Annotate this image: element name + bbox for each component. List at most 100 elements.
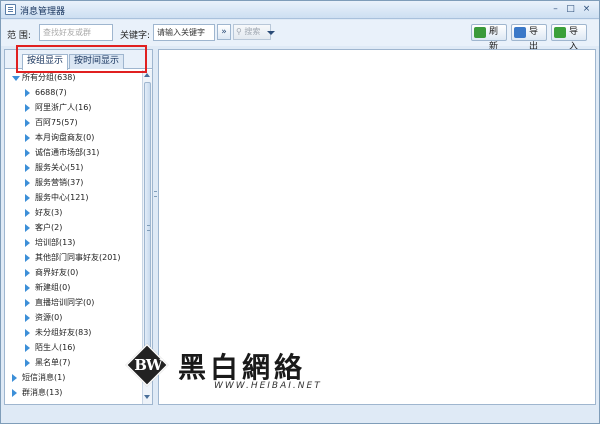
tree-item-group[interactable]: 新建组(0) — [5, 280, 141, 295]
collapsed-arrow-icon[interactable] — [25, 269, 30, 277]
tree-item-group[interactable]: 商界好友(0) — [5, 265, 141, 280]
scroll-up-icon[interactable] — [144, 73, 150, 77]
expanded-arrow-icon[interactable] — [12, 76, 20, 81]
watermark-logo-text: BW — [134, 356, 163, 374]
magnifier-icon: ⚲ — [236, 27, 242, 36]
tree-item-group[interactable]: 服务营销(37) — [5, 175, 141, 190]
minimize-button[interactable]: – — [549, 3, 562, 16]
collapsed-arrow-icon[interactable] — [12, 374, 17, 382]
tree-item-label: 商界好友(0) — [35, 268, 79, 277]
view-tabs: 按组显示 按时间显示 — [5, 50, 152, 70]
keyword-label: 关键字: — [120, 31, 151, 41]
tree-item-label: 直播培训同学(0) — [35, 298, 95, 307]
tree-item-group[interactable]: 好友(3) — [5, 205, 141, 220]
scrollbar-thumb[interactable] — [144, 82, 151, 382]
tree-item-label: 黑名单(7) — [35, 358, 71, 367]
tree-item-group[interactable]: 6688(7) — [5, 85, 141, 100]
collapsed-arrow-icon[interactable] — [25, 104, 30, 112]
collapsed-arrow-icon[interactable] — [25, 344, 30, 352]
scope-label: 范 围: — [7, 31, 31, 41]
grip-icon — [147, 225, 150, 231]
collapsed-arrow-icon[interactable] — [25, 134, 30, 142]
tree-item-label: 阿里浙广人(16) — [35, 103, 92, 112]
collapsed-arrow-icon[interactable] — [25, 89, 30, 97]
collapsed-arrow-icon[interactable] — [25, 224, 30, 232]
keyword-input[interactable]: 请输入关键字 — [153, 24, 215, 41]
import-icon — [554, 27, 566, 38]
maximize-button[interactable]: □ — [564, 3, 577, 16]
search-button-label: 搜索 — [244, 27, 261, 36]
window-title: 消息管理器 — [20, 7, 66, 17]
tree-item-group[interactable]: 黑名单(7) — [5, 355, 141, 370]
search-button[interactable]: ⚲ 搜索 — [233, 24, 271, 40]
collapsed-arrow-icon[interactable] — [12, 389, 17, 397]
scope-input[interactable]: 查找好友或群 — [39, 24, 113, 41]
tree-item-label: 新建组(0) — [35, 283, 71, 292]
tree-item-label: 短信消息(1) — [22, 373, 66, 382]
watermark-url: WWW.HEIBAI.NET — [214, 381, 322, 391]
collapsed-arrow-icon[interactable] — [25, 119, 30, 127]
group-tree: 所有分组(638) 6688(7) 阿里浙广人(16) 百阿75(57) 本月询… — [5, 70, 141, 404]
collapsed-arrow-icon[interactable] — [25, 239, 30, 247]
tree-item-label: 服务中心(121) — [35, 193, 89, 202]
collapsed-arrow-icon[interactable] — [25, 209, 30, 217]
tree-item-label: 服务关心(51) — [35, 163, 84, 172]
tree-item-label: 诚信通市场部(31) — [35, 148, 100, 157]
tree-item-group[interactable]: 客户(2) — [5, 220, 141, 235]
tree-item-sms[interactable]: 短信消息(1) — [5, 370, 141, 385]
tree-item-group-messages[interactable]: 群消息(13) — [5, 385, 141, 400]
tree-root-all-groups[interactable]: 所有分组(638) — [5, 70, 141, 85]
tree-item-label: 培训部(13) — [35, 238, 76, 247]
export-button[interactable]: 导出 — [511, 24, 547, 52]
tree-item-label: 百阿75(57) — [35, 118, 78, 127]
collapsed-arrow-icon[interactable] — [25, 299, 30, 307]
tree-item-group[interactable]: 其他部门同事好友(201) — [5, 250, 141, 265]
tree-item-group[interactable]: 服务中心(121) — [5, 190, 141, 205]
collapsed-arrow-icon[interactable] — [25, 194, 30, 202]
more-button[interactable]: » — [217, 24, 231, 40]
watermark: BW 黑白網絡 WWW.HEIBAI.NET — [125, 343, 331, 394]
close-button[interactable]: × — [580, 3, 593, 16]
toolbar: 范 围: 查找好友或群 关键字: 请输入关键字 » ⚲ 搜索 刷新 导出 导入 — [1, 20, 599, 52]
collapsed-arrow-icon[interactable] — [25, 329, 30, 337]
tree-item-label: 陌生人(16) — [35, 343, 76, 352]
title-bar[interactable]: 消息管理器 – □ × — [1, 1, 599, 19]
tree-item-label: 群消息(13) — [22, 388, 63, 397]
collapsed-arrow-icon[interactable] — [25, 164, 30, 172]
message-manager-icon — [5, 4, 16, 15]
search-dropdown-icon[interactable] — [267, 31, 275, 35]
tree-item-label: 好友(3) — [35, 208, 63, 217]
collapsed-arrow-icon[interactable] — [25, 254, 30, 262]
tab-by-group[interactable]: 按组显示 — [22, 54, 69, 70]
collapsed-arrow-icon[interactable] — [25, 314, 30, 322]
collapsed-arrow-icon[interactable] — [25, 149, 30, 157]
tree-item-group[interactable]: 陌生人(16) — [5, 340, 141, 355]
tree-item-group[interactable]: 资源(0) — [5, 310, 141, 325]
tree-item-label: 其他部门同事好友(201) — [35, 253, 121, 262]
splitter-grip-icon — [154, 191, 157, 197]
tree-item-label: 本月询盘商友(0) — [35, 133, 95, 142]
tree-item-group[interactable]: 未分组好友(83) — [5, 325, 141, 340]
tab-by-time[interactable]: 按时间显示 — [69, 54, 125, 69]
tree-item-label: 资源(0) — [35, 313, 63, 322]
collapsed-arrow-icon[interactable] — [25, 179, 30, 187]
tree-item-label: 6688(7) — [35, 88, 67, 97]
tree-item-group[interactable]: 百阿75(57) — [5, 115, 141, 130]
message-manager-window: 消息管理器 – □ × 范 围: 查找好友或群 关键字: 请输入关键字 » ⚲ … — [0, 0, 600, 424]
watermark-name: 黑白網絡 — [178, 351, 307, 384]
tree-item-label: 所有分组(638) — [22, 73, 76, 82]
tree-item-group[interactable]: 服务关心(51) — [5, 160, 141, 175]
tree-item-group[interactable]: 本月询盘商友(0) — [5, 130, 141, 145]
tree-item-group[interactable]: 诚信通市场部(31) — [5, 145, 141, 160]
export-icon — [514, 27, 526, 38]
import-button[interactable]: 导入 — [551, 24, 587, 52]
tree-item-group[interactable]: 培训部(13) — [5, 235, 141, 250]
tree-item-label: 未分组好友(83) — [35, 328, 92, 337]
tree-item-group[interactable]: 阿里浙广人(16) — [5, 100, 141, 115]
collapsed-arrow-icon[interactable] — [25, 284, 30, 292]
refresh-button[interactable]: 刷新 — [471, 24, 507, 52]
scroll-down-icon[interactable] — [144, 395, 150, 399]
tree-item-label: 客户(2) — [35, 223, 63, 232]
collapsed-arrow-icon[interactable] — [25, 359, 30, 367]
tree-item-group[interactable]: 直播培训同学(0) — [5, 295, 141, 310]
